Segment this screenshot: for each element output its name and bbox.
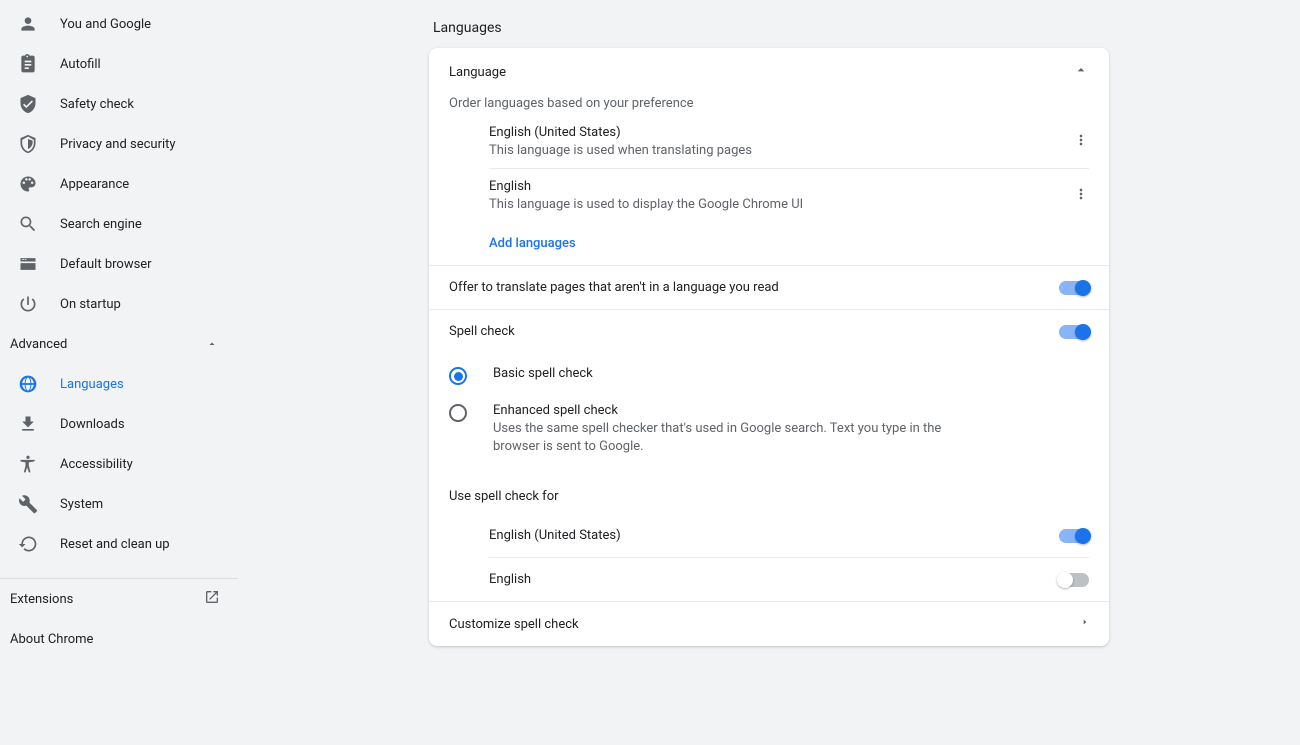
spellcheck-language-name: English bbox=[489, 572, 531, 587]
language-name: English (United States) bbox=[489, 125, 752, 140]
sidebar-item-you-and-google[interactable]: You and Google bbox=[0, 4, 238, 44]
language-list: English (United States) This language is… bbox=[489, 115, 1089, 222]
sidebar-item-privacy[interactable]: Privacy and security bbox=[0, 124, 238, 164]
sidebar-extensions-label: Extensions bbox=[10, 592, 73, 607]
sidebar-label: Reset and clean up bbox=[60, 537, 170, 552]
language-name: English bbox=[489, 179, 803, 194]
shield-check-icon bbox=[18, 94, 38, 114]
customize-spellcheck-row[interactable]: Customize spell check bbox=[429, 601, 1109, 646]
spellcheck-language-name: English (United States) bbox=[489, 528, 621, 543]
sidebar-item-safety-check[interactable]: Safety check bbox=[0, 84, 238, 124]
language-desc: This language is used when translating p… bbox=[489, 143, 752, 158]
browser-icon bbox=[18, 254, 38, 274]
sidebar-label: On startup bbox=[60, 297, 121, 312]
sidebar-label: Safety check bbox=[60, 97, 134, 112]
sidebar-label: You and Google bbox=[60, 17, 151, 32]
radio-desc: Uses the same spell checker that's used … bbox=[493, 420, 973, 456]
sidebar-label: Downloads bbox=[60, 417, 125, 432]
clipboard-icon bbox=[18, 54, 38, 74]
sidebar-item-about[interactable]: About Chrome bbox=[0, 619, 238, 659]
translate-offer-label: Offer to translate pages that aren't in … bbox=[449, 280, 779, 295]
radio-enhanced-spellcheck[interactable]: Enhanced spell check Uses the same spell… bbox=[449, 394, 1089, 465]
sidebar-item-on-startup[interactable]: On startup bbox=[0, 284, 238, 324]
spellcheck-language-list: English (United States) English bbox=[489, 514, 1089, 601]
language-row: English This language is used to display… bbox=[489, 169, 1089, 222]
spellcheck-radio-group: Basic spell check Enhanced spell check U… bbox=[429, 353, 1109, 475]
radio-icon bbox=[449, 367, 467, 385]
sidebar-item-system[interactable]: System bbox=[0, 484, 238, 524]
globe-icon bbox=[18, 374, 38, 394]
spellcheck-language-row: English (United States) bbox=[489, 514, 1089, 558]
sidebar-label: System bbox=[60, 497, 103, 512]
sidebar-item-reset[interactable]: Reset and clean up bbox=[0, 524, 238, 564]
sidebar-about-label: About Chrome bbox=[10, 632, 93, 647]
language-order-hint: Order languages based on your preference bbox=[429, 96, 1109, 115]
external-link-icon bbox=[204, 589, 220, 609]
language-section-header[interactable]: Language bbox=[429, 48, 1109, 96]
download-icon bbox=[18, 414, 38, 434]
sidebar-item-search-engine[interactable]: Search engine bbox=[0, 204, 238, 244]
sidebar-label: Autofill bbox=[60, 57, 101, 72]
chevron-right-icon bbox=[1081, 616, 1089, 632]
spellcheck-header-row: Spell check bbox=[429, 309, 1109, 353]
sidebar-label: Default browser bbox=[60, 257, 152, 272]
translate-offer-row: Offer to translate pages that aren't in … bbox=[429, 265, 1109, 309]
language-row: English (United States) This language is… bbox=[489, 115, 1089, 169]
sidebar-label: Privacy and security bbox=[60, 137, 176, 152]
radio-label: Enhanced spell check bbox=[493, 403, 973, 418]
sidebar-advanced-toggle[interactable]: Advanced bbox=[0, 324, 238, 364]
settings-sidebar: You and Google Autofill Safety check Pri… bbox=[0, 0, 238, 745]
language-desc: This language is used to display the Goo… bbox=[489, 197, 803, 212]
spellcheck-language-toggle[interactable] bbox=[1059, 573, 1089, 587]
spellcheck-toggle[interactable] bbox=[1059, 325, 1089, 339]
sidebar-item-autofill[interactable]: Autofill bbox=[0, 44, 238, 84]
radio-basic-spellcheck[interactable]: Basic spell check bbox=[449, 357, 1089, 394]
radio-label: Basic spell check bbox=[493, 366, 593, 381]
sidebar-label: Languages bbox=[60, 377, 124, 392]
page-title: Languages bbox=[429, 20, 1109, 36]
radio-icon bbox=[449, 404, 467, 422]
chevron-up-icon bbox=[1073, 62, 1089, 82]
language-more-button[interactable] bbox=[1073, 186, 1089, 206]
languages-card: Language Order languages based on your p… bbox=[429, 48, 1109, 646]
spellcheck-language-row: English bbox=[489, 558, 1089, 601]
person-icon bbox=[18, 14, 38, 34]
language-section-title: Language bbox=[449, 65, 506, 80]
sidebar-label: Search engine bbox=[60, 217, 142, 232]
sidebar-item-downloads[interactable]: Downloads bbox=[0, 404, 238, 444]
sidebar-item-appearance[interactable]: Appearance bbox=[0, 164, 238, 204]
sidebar-item-languages[interactable]: Languages bbox=[0, 364, 238, 404]
spellcheck-language-toggle[interactable] bbox=[1059, 529, 1089, 543]
sidebar-item-extensions[interactable]: Extensions bbox=[0, 579, 238, 619]
chevron-up-icon bbox=[206, 338, 218, 350]
customize-spellcheck-label: Customize spell check bbox=[449, 617, 579, 632]
sidebar-item-default-browser[interactable]: Default browser bbox=[0, 244, 238, 284]
power-icon bbox=[18, 294, 38, 314]
sidebar-advanced-label: Advanced bbox=[10, 337, 67, 352]
restore-icon bbox=[18, 534, 38, 554]
sidebar-label: Accessibility bbox=[60, 457, 133, 472]
add-languages-link[interactable]: Add languages bbox=[429, 222, 1109, 265]
sidebar-label: Appearance bbox=[60, 177, 129, 192]
palette-icon bbox=[18, 174, 38, 194]
sidebar-item-accessibility[interactable]: Accessibility bbox=[0, 444, 238, 484]
shield-icon bbox=[18, 134, 38, 154]
wrench-icon bbox=[18, 494, 38, 514]
translate-offer-toggle[interactable] bbox=[1059, 281, 1089, 295]
search-icon bbox=[18, 214, 38, 234]
language-more-button[interactable] bbox=[1073, 132, 1089, 152]
use-spellcheck-for-label: Use spell check for bbox=[429, 475, 1109, 508]
spellcheck-header-label: Spell check bbox=[449, 324, 515, 339]
main-content: Languages Language Order languages based… bbox=[238, 0, 1300, 745]
accessibility-icon bbox=[18, 454, 38, 474]
